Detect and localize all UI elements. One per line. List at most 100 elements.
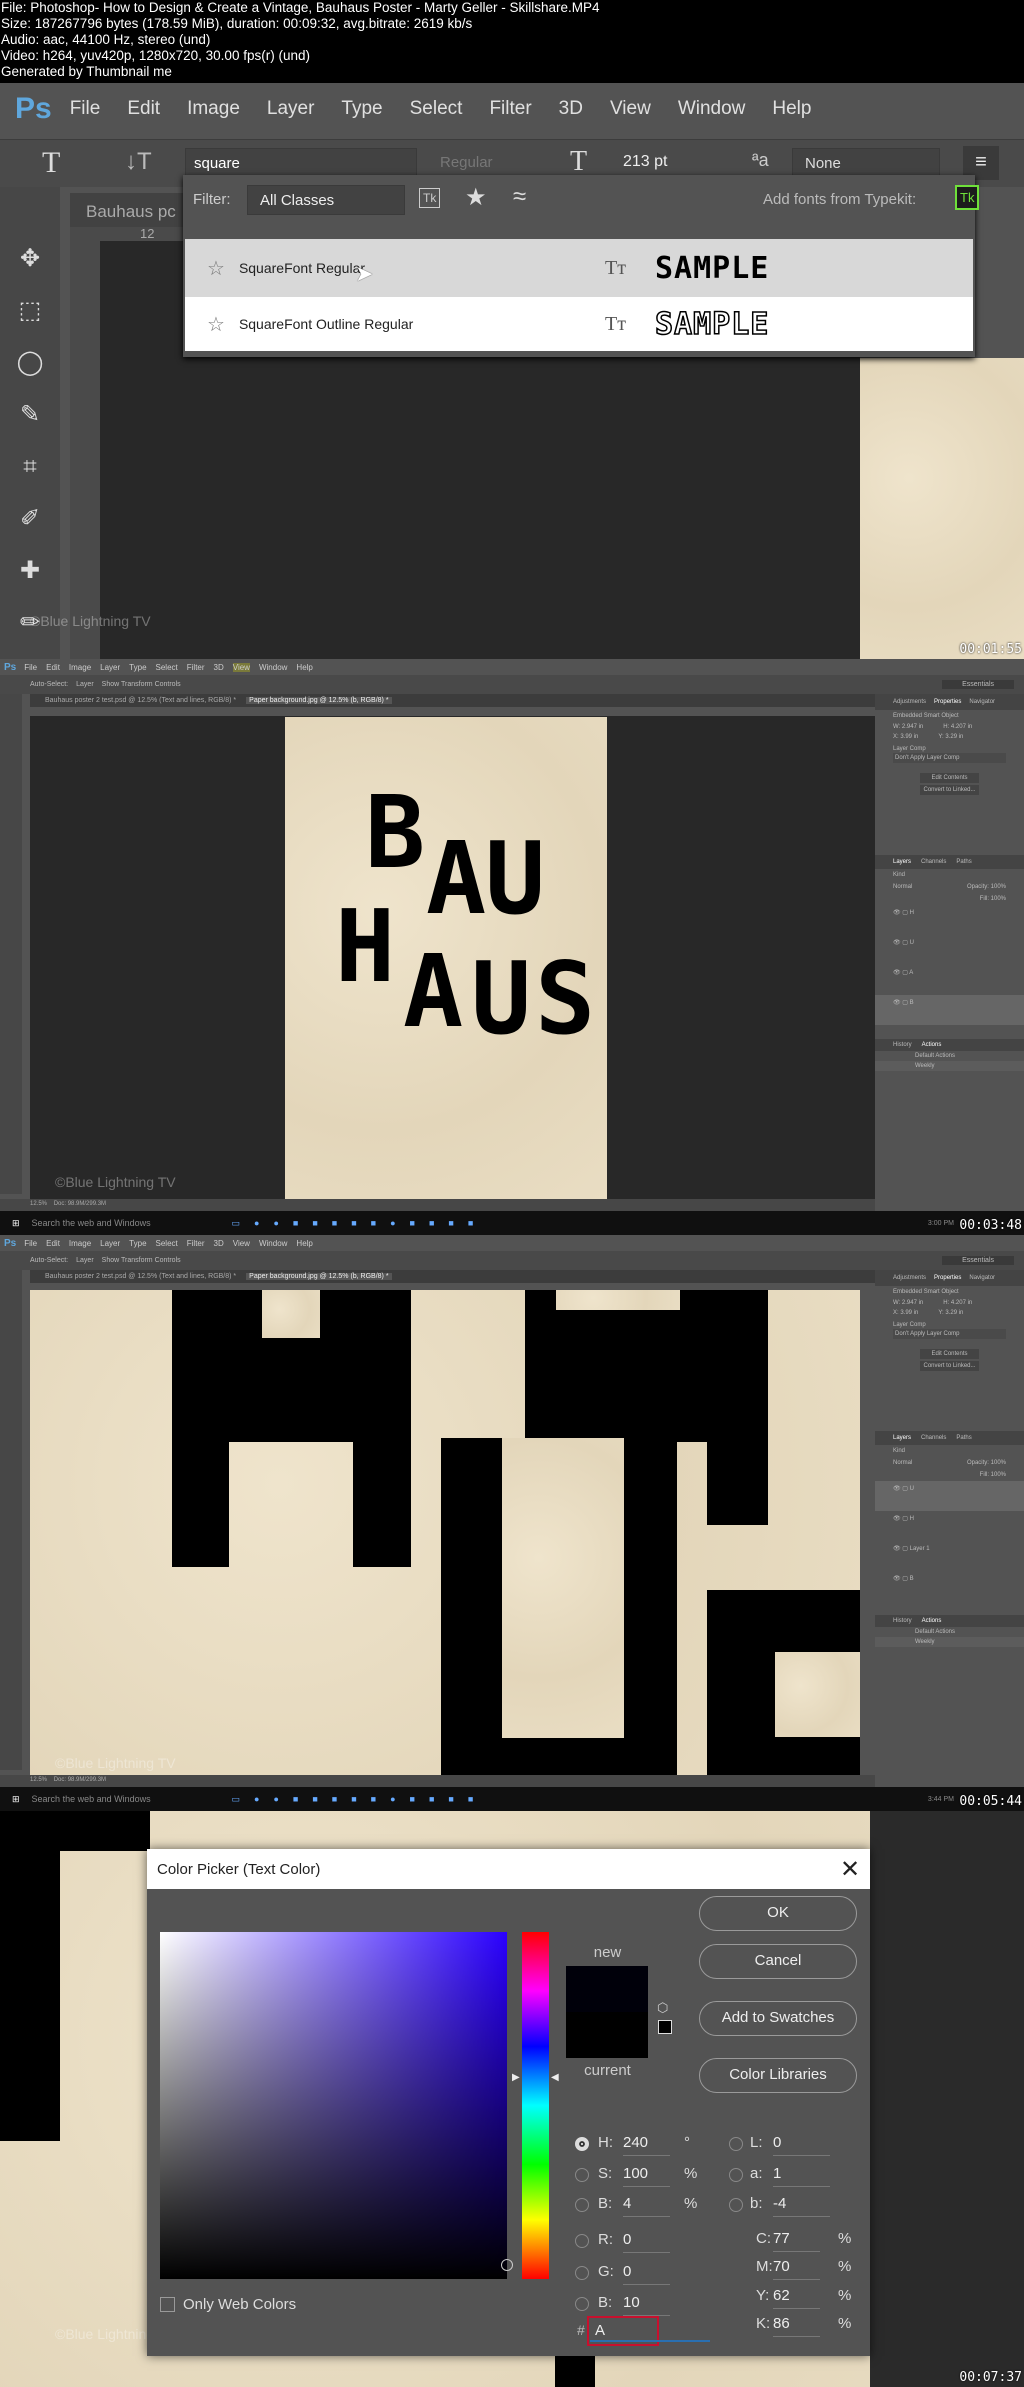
action-set[interactable]: Default Actions [875, 1051, 1024, 1061]
blend-mode-select[interactable]: Normal [893, 1460, 912, 1466]
tab-paths[interactable]: Paths [956, 1435, 971, 1441]
star-outline-icon[interactable]: ☆ [207, 256, 225, 281]
fill-field[interactable]: Fill: 100% [875, 1469, 1024, 1481]
rgb-input[interactable]: 0 [623, 2231, 670, 2253]
font-list-item[interactable]: ☆ SquareFont Outline Regular Tт SAMPLE [185, 297, 973, 351]
menu-edit[interactable]: Edit [46, 1239, 60, 1248]
zoomed-canvas[interactable] [30, 1290, 860, 1775]
favorites-star-icon[interactable]: ★ [465, 183, 487, 212]
layer-comp-select[interactable]: Don't Apply Layer Comp [893, 1329, 1006, 1339]
ok-button[interactable]: OK [699, 1896, 857, 1931]
hue-slider-handle-left[interactable]: ▶ [512, 2072, 520, 2083]
edit-contents-button[interactable]: Edit Contents [920, 1349, 979, 1359]
color-field-cursor[interactable] [501, 2259, 513, 2271]
lab-radio[interactable] [729, 2137, 743, 2151]
color-field[interactable] [160, 1932, 513, 2279]
menu-view[interactable]: View [233, 1239, 250, 1248]
windows-start-icon[interactable]: ⊞ [12, 1794, 20, 1805]
cmyk-input[interactable]: 62 [773, 2287, 820, 2309]
menu-type[interactable]: Type [129, 1239, 146, 1248]
transform-controls-checkbox[interactable]: Show Transform Controls [102, 681, 181, 688]
windows-start-icon[interactable]: ⊞ [12, 1218, 20, 1229]
font-size-select[interactable]: 213 pt [623, 153, 667, 171]
menu-help[interactable]: Help [296, 1239, 312, 1248]
menu-filter[interactable]: Filter [187, 1239, 205, 1248]
menu-layer[interactable]: Layer [100, 1239, 120, 1248]
menu-filter[interactable]: Filter [489, 98, 531, 120]
menu-window[interactable]: Window [678, 98, 746, 120]
taskbar-search[interactable]: Search the web and Windows [32, 1794, 212, 1804]
workspace-select[interactable]: Essentials [942, 680, 1014, 689]
tab-layers[interactable]: Layers [893, 1435, 911, 1441]
blend-mode-select[interactable]: Normal [893, 884, 912, 890]
doc-tab[interactable]: Bauhaus pc [86, 202, 176, 222]
tab-properties[interactable]: Properties [934, 699, 961, 705]
layer-kind-filter[interactable]: Kind [875, 1445, 1024, 1457]
opacity-field[interactable]: Opacity: 100% [967, 1460, 1006, 1466]
type-tool-icon[interactable]: T [42, 146, 60, 180]
rgb-input[interactable]: 10 [623, 2294, 670, 2316]
width-value[interactable]: W: 2.947 in [893, 1300, 923, 1306]
layer-row[interactable]: 👁 ▢ B [875, 1571, 1024, 1601]
menu-help[interactable]: Help [772, 98, 811, 120]
workspace-select[interactable]: Essentials [942, 1256, 1014, 1265]
convert-linked-button[interactable]: Convert to Linked... [920, 785, 979, 795]
menu-filter[interactable]: Filter [187, 663, 205, 672]
transform-controls-checkbox[interactable]: Show Transform Controls [102, 1257, 181, 1264]
color-libraries-button[interactable]: Color Libraries [699, 2058, 857, 2093]
taskbar-app-icons[interactable]: ▭●●■■■■■●■■■■ [232, 1218, 488, 1229]
typekit-filter-icon[interactable]: Tk [419, 188, 441, 208]
tab-navigator[interactable]: Navigator [969, 699, 995, 705]
hsb-radio[interactable] [575, 2198, 589, 2212]
star-outline-icon[interactable]: ☆ [207, 312, 225, 337]
tab-channels[interactable]: Channels [921, 859, 946, 865]
doc-tab-active[interactable]: Paper background.jpg @ 12.5% (b, RGB/8) … [246, 1273, 392, 1280]
tab-properties[interactable]: Properties [934, 1275, 961, 1281]
hue-slider[interactable] [522, 1932, 549, 2279]
tab-channels[interactable]: Channels [921, 1435, 946, 1441]
menu-image[interactable]: Image [187, 98, 240, 120]
menu-file[interactable]: File [24, 663, 37, 672]
taskbar-app-icons[interactable]: ▭●●■■■■■●■■■■ [232, 1794, 488, 1805]
tab-actions[interactable]: Actions [922, 1042, 942, 1048]
tab-layers[interactable]: Layers [893, 859, 911, 865]
height-value[interactable]: H: 4.207 in [943, 1300, 972, 1306]
tab-history[interactable]: History [893, 1618, 912, 1624]
action-set[interactable]: Default Actions [875, 1627, 1024, 1637]
layer-comp-select[interactable]: Don't Apply Layer Comp [893, 753, 1006, 763]
hsb-input[interactable]: 100 [623, 2165, 670, 2187]
layer-row-selected[interactable]: 👁 ▢ B [875, 995, 1024, 1025]
menu-view[interactable]: View [232, 662, 250, 672]
convert-linked-button[interactable]: Convert to Linked... [920, 1361, 979, 1371]
y-value[interactable]: Y: 3.29 in [938, 734, 963, 740]
layer-row[interactable]: 👁 ▢ U [875, 935, 1024, 965]
y-value[interactable]: Y: 3.29 in [938, 1310, 963, 1316]
font-style-select[interactable]: Regular [440, 154, 493, 171]
similar-fonts-icon[interactable]: ≈ [513, 183, 526, 211]
menu-file[interactable]: File [24, 1239, 37, 1248]
menu-file[interactable]: File [70, 98, 101, 120]
action-set[interactable]: Weekly [875, 1061, 1024, 1071]
lab-input[interactable]: 1 [773, 2165, 830, 2187]
menu-window[interactable]: Window [259, 1239, 287, 1248]
lab-input[interactable]: -4 [773, 2195, 830, 2217]
only-web-colors-checkbox[interactable] [160, 2297, 175, 2312]
menu-select[interactable]: Select [410, 98, 463, 120]
menu-3d[interactable]: 3D [214, 663, 224, 672]
tools-icons[interactable]: ✥⬚◯✎⌗✐✚✏⊥⌘ [0, 187, 60, 659]
rgb-radio[interactable] [575, 2266, 589, 2280]
rgb-input[interactable]: 0 [623, 2263, 670, 2285]
antialias-select[interactable]: None [792, 148, 940, 178]
menu-layer[interactable]: Layer [267, 98, 315, 120]
doc-tab-active[interactable]: Paper background.jpg @ 12.5% (b, RGB/8) … [246, 697, 392, 704]
x-value[interactable]: X: 3.99 in [893, 734, 918, 740]
menu-edit[interactable]: Edit [127, 98, 160, 120]
taskbar-search[interactable]: Search the web and Windows [32, 1218, 212, 1228]
menu-3d[interactable]: 3D [214, 1239, 224, 1248]
tab-adjustments[interactable]: Adjustments [893, 1275, 926, 1281]
web-safe-swatch-icon[interactable] [658, 2020, 672, 2034]
menu-help[interactable]: Help [296, 663, 312, 672]
toolbar[interactable] [0, 1270, 22, 1770]
out-of-gamut-cube-icon[interactable]: ⬡ [657, 2000, 668, 2016]
width-value[interactable]: W: 2.947 in [893, 724, 923, 730]
